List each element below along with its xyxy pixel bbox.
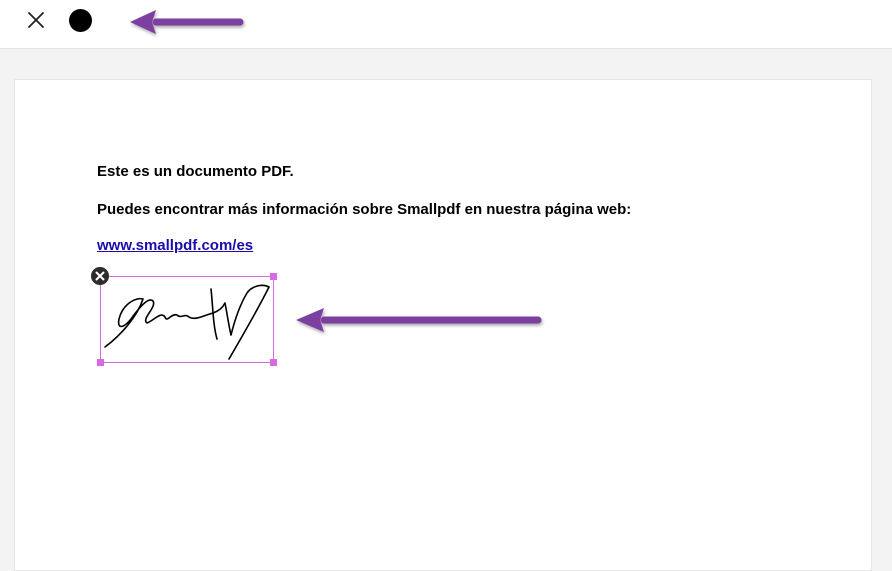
annotation-arrow-signature (296, 308, 542, 332)
color-swatch-button[interactable] (69, 9, 92, 32)
resize-handle-bottom-left[interactable] (97, 359, 104, 366)
close-icon[interactable] (24, 8, 48, 32)
annotation-arrow-top (130, 10, 244, 34)
delete-icon[interactable] (91, 267, 109, 285)
document-text-line-1: Este es un documento PDF. (97, 163, 294, 180)
document-text-line-2: Puedes encontrar más información sobre S… (97, 201, 632, 218)
signature-box[interactable] (91, 267, 277, 366)
document-link[interactable]: www.smallpdf.com/es (97, 237, 253, 254)
resize-handle-top-right[interactable] (270, 273, 277, 280)
resize-handle-bottom-right[interactable] (270, 359, 277, 366)
signature-drawing (104, 284, 270, 360)
